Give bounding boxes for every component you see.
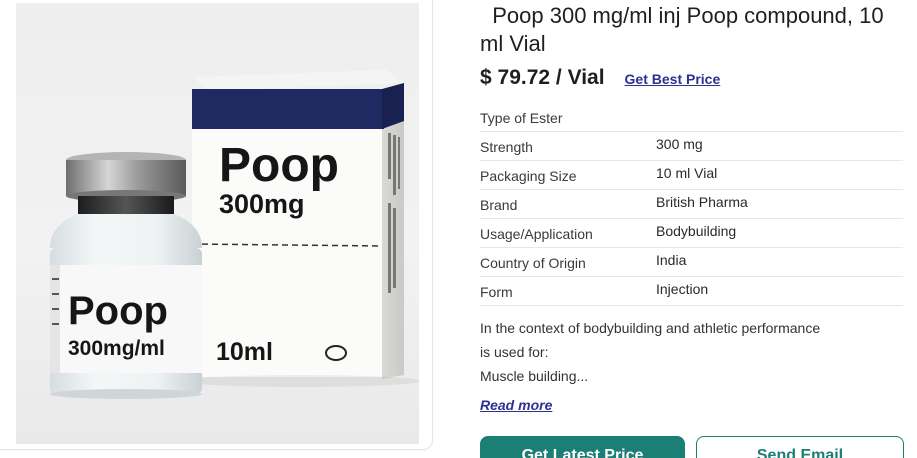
spec-row: Type of Ester <box>480 103 903 132</box>
product-details: Poop 300 mg/ml inj Poop compound, 10 ml … <box>480 0 910 458</box>
get-latest-price-button[interactable]: Get Latest Price <box>480 436 685 458</box>
product-price: $ 79.72 / Vial <box>480 66 605 89</box>
box-volume-text: 10ml <box>216 338 273 366</box>
spec-row: Packaging Size 10 ml Vial <box>480 161 903 190</box>
spec-value: Bodybuilding <box>656 223 737 239</box>
spec-row: Brand British Pharma <box>480 190 903 219</box>
product-image-card: Poop 300mg 10ml Poop 300mg/ml <box>0 0 433 450</box>
box-front <box>192 89 396 377</box>
spec-row: Usage/Application Bodybuilding <box>480 219 903 248</box>
product-illustration: Poop 300mg 10ml Poop 300mg/ml <box>50 70 419 399</box>
spec-value: British Pharma <box>656 194 748 210</box>
spec-row: Form Injection <box>480 277 903 306</box>
spec-value: Injection <box>656 281 709 297</box>
send-email-button[interactable]: Send Email <box>696 436 904 458</box>
spec-row: Country of Origin India <box>480 248 903 277</box>
spec-key: Strength <box>480 139 533 155</box>
vial-strength-text: 300mg/ml <box>68 337 165 360</box>
spec-row: Strength 300 mg <box>480 132 903 161</box>
spec-value: 300 mg <box>656 136 703 152</box>
spec-table: Type of Ester Strength 300 mg Packaging … <box>480 103 903 306</box>
box-band <box>192 89 384 129</box>
spec-key: Country of Origin <box>480 255 586 271</box>
product-description: In the context of bodybuilding and athle… <box>480 316 905 388</box>
spec-key: Brand <box>480 197 518 213</box>
box-strength-text: 300mg <box>219 189 305 219</box>
description-line: is used for: <box>480 344 549 360</box>
spec-key: Packaging Size <box>480 168 577 184</box>
spec-value: India <box>656 252 687 268</box>
spec-key: Form <box>480 284 513 300</box>
price-row: $ 79.72 / Vial Get Best Price <box>480 66 720 92</box>
spec-key: Type of Ester <box>480 110 563 126</box>
product-title: Poop 300 mg/ml inj Poop compound, 10 ml … <box>480 3 890 56</box>
product-photo[interactable]: Poop 300mg 10ml Poop 300mg/ml <box>16 3 419 444</box>
description-line: Muscle building... <box>480 368 589 384</box>
get-best-price-link[interactable]: Get Best Price <box>625 71 721 87</box>
box-brand-text: Poop <box>219 139 339 192</box>
spec-value: 10 ml Vial <box>656 165 718 181</box>
spec-key: Usage/Application <box>480 226 593 242</box>
vial-neck <box>78 196 174 214</box>
read-more-link[interactable]: Read more <box>480 397 552 413</box>
description-line: In the context of bodybuilding and athle… <box>480 320 821 336</box>
vial-brand-text: Poop <box>68 289 168 333</box>
